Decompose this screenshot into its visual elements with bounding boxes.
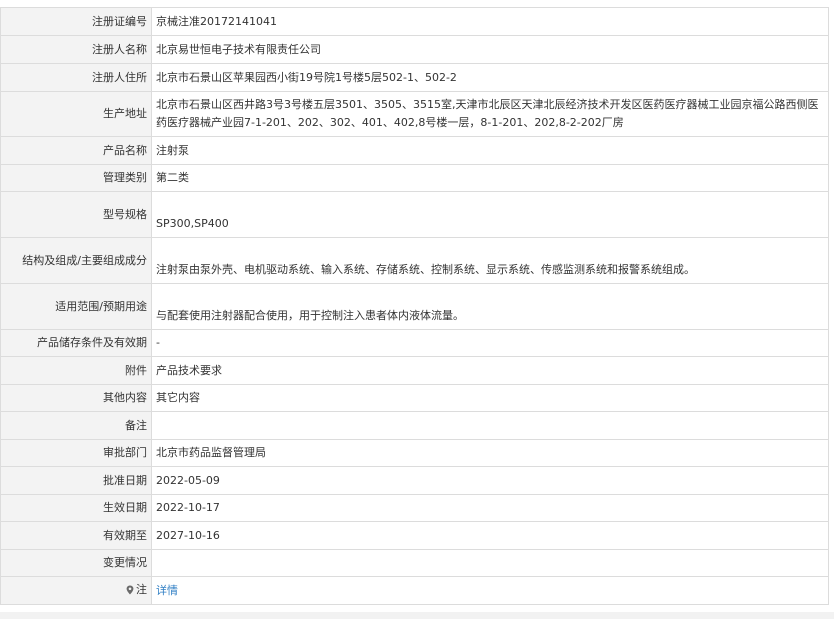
row-value <box>151 411 829 440</box>
table-row: 管理类别 第二类 <box>0 164 829 192</box>
row-value: 北京市石景山区西井路3号3号楼五层3501、3505、3515室,天津市北辰区天… <box>151 91 829 137</box>
row-label: 生产地址 <box>0 91 152 137</box>
table-row: 注册人住所 北京市石景山区苹果园西小街19号院1号楼5层502-1、502-2 <box>0 63 829 92</box>
row-value: 注射泵 <box>151 136 829 165</box>
row-label: 管理类别 <box>0 164 152 192</box>
row-label: 适用范围/预期用途 <box>0 283 152 330</box>
table-row: 其他内容 其它内容 <box>0 384 829 412</box>
location-pin-icon <box>126 583 134 601</box>
row-label: 批准日期 <box>0 466 152 495</box>
table-row: 产品储存条件及有效期 - <box>0 329 829 357</box>
row-label: 备注 <box>0 411 152 440</box>
table-row: 附件 产品技术要求 <box>0 356 829 385</box>
table-row: 生效日期 2022-10-17 <box>0 494 829 522</box>
table-row: 型号规格 SP300,SP400 <box>0 191 829 238</box>
row-label: 附件 <box>0 356 152 385</box>
table-row: 产品名称 注射泵 <box>0 136 829 165</box>
row-value: 2027-10-16 <box>151 521 829 550</box>
table-row: 注册人名称 北京易世恒电子技术有限责任公司 <box>0 35 829 64</box>
details-link[interactable]: 详情 <box>156 584 178 597</box>
row-label: 注册人名称 <box>0 35 152 64</box>
row-label: 有效期至 <box>0 521 152 550</box>
registration-detail-table: 注册证编号 京械注准20172141041 注册人名称 北京易世恒电子技术有限责… <box>0 7 829 605</box>
row-label: 注册证编号 <box>0 7 152 36</box>
row-value: 其它内容 <box>151 384 829 412</box>
row-label: 型号规格 <box>0 191 152 238</box>
row-label: 其他内容 <box>0 384 152 412</box>
note-label-cell: 注 <box>0 576 152 605</box>
table-row: 变更情况 <box>0 549 829 577</box>
table-row: 注册证编号 京械注准20172141041 <box>0 7 829 36</box>
row-value: 第二类 <box>151 164 829 192</box>
table-row: 生产地址 北京市石景山区西井路3号3号楼五层3501、3505、3515室,天津… <box>0 91 829 137</box>
table-row: 批准日期 2022-05-09 <box>0 466 829 495</box>
row-label: 生效日期 <box>0 494 152 522</box>
row-value: 北京易世恒电子技术有限责任公司 <box>151 35 829 64</box>
table-row: 适用范围/预期用途 与配套使用注射器配合使用，用于控制注入患者体内液体流量。 <box>0 283 829 330</box>
row-label: 产品名称 <box>0 136 152 165</box>
table-row: 注 详情 <box>0 576 829 605</box>
row-label: 注册人住所 <box>0 63 152 92</box>
table-row: 备注 <box>0 411 829 440</box>
table-row: 有效期至 2027-10-16 <box>0 521 829 550</box>
row-value: 北京市药品监督管理局 <box>151 439 829 467</box>
row-value <box>151 549 829 577</box>
row-value: 北京市石景山区苹果园西小街19号院1号楼5层502-1、502-2 <box>151 63 829 92</box>
row-value: 京械注准20172141041 <box>151 7 829 36</box>
row-value: 2022-10-17 <box>151 494 829 522</box>
row-label: 产品储存条件及有效期 <box>0 329 152 357</box>
row-value: SP300,SP400 <box>151 191 829 238</box>
row-value: - <box>151 329 829 357</box>
table-row: 审批部门 北京市药品监督管理局 <box>0 439 829 467</box>
note-label: 注 <box>136 582 147 596</box>
row-label: 变更情况 <box>0 549 152 577</box>
row-value: 产品技术要求 <box>151 356 829 385</box>
row-label: 审批部门 <box>0 439 152 467</box>
row-value: 与配套使用注射器配合使用，用于控制注入患者体内液体流量。 <box>151 283 829 330</box>
row-value: 2022-05-09 <box>151 466 829 495</box>
note-value-cell: 详情 <box>151 576 829 605</box>
row-value: 注射泵由泵外壳、电机驱动系统、输入系统、存储系统、控制系统、显示系统、传感监测系… <box>151 237 829 284</box>
table-row: 结构及组成/主要组成成分 注射泵由泵外壳、电机驱动系统、输入系统、存储系统、控制… <box>0 237 829 284</box>
row-label: 结构及组成/主要组成成分 <box>0 237 152 284</box>
page-bottom-gap <box>0 612 834 619</box>
